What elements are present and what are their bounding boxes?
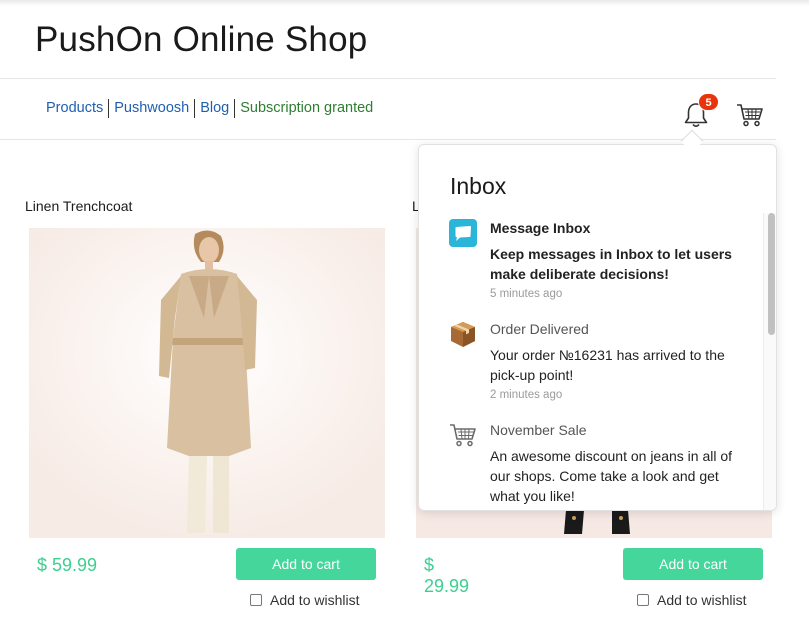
subscription-status: Subscription granted (234, 99, 373, 118)
shopping-cart-icon (449, 421, 477, 449)
message-body: Keep messages in Inbox to let users make… (490, 246, 732, 282)
shop-title: PushOn Online Shop (35, 20, 368, 59)
inbox-popover: Inbox Message Inbox Keep messages in Inb… (418, 144, 777, 511)
wishlist-label: Add to wishlist (270, 592, 360, 608)
inbox-scrollbar[interactable] (763, 213, 776, 510)
product-price: $ 29.99 (424, 555, 470, 596)
product-image[interactable] (29, 228, 385, 538)
checkbox-icon[interactable] (250, 594, 262, 606)
add-to-wishlist-checkbox[interactable]: Add to wishlist (637, 592, 746, 608)
message-body: Your order №16231 has arrived to the pic… (490, 347, 725, 383)
main-nav: Products Pushwoosh Blog Subscription gra… (46, 99, 373, 118)
product-price: $ 59.99 (37, 555, 98, 575)
inbox-message-list[interactable]: Message Inbox Keep messages in Inbox to … (419, 217, 764, 510)
header-divider (0, 78, 776, 79)
message-title: Message Inbox (490, 220, 591, 236)
nav-link-pushwoosh[interactable]: Pushwoosh (108, 99, 194, 118)
wishlist-label: Add to wishlist (657, 592, 747, 608)
message-time: 2 minutes ago (490, 389, 563, 401)
message-title: November Sale (490, 422, 587, 438)
package-box-icon (449, 320, 477, 348)
inbox-title: Inbox (450, 173, 507, 199)
shopping-cart-icon[interactable] (736, 102, 764, 128)
checkbox-icon[interactable] (637, 594, 649, 606)
message-title: Order Delivered (490, 321, 589, 337)
nav-link-blog[interactable]: Blog (194, 99, 234, 118)
message-time: 5 minutes ago (490, 288, 563, 300)
notification-count-badge: 5 (698, 93, 719, 111)
nav-divider (0, 139, 776, 140)
product-card: Linen Trenchcoat $ 59.99 Add to cart Add… (25, 198, 385, 608)
nav-link-products[interactable]: Products (46, 99, 108, 118)
add-to-cart-button[interactable]: Add to cart (236, 548, 376, 580)
add-to-cart-button[interactable]: Add to cart (623, 548, 763, 580)
product-name: Linen Trenchcoat (25, 198, 133, 214)
add-to-wishlist-checkbox[interactable]: Add to wishlist (250, 592, 359, 608)
top-shadow (0, 0, 809, 6)
message-body: An awesome discount on jeans in all of o… (490, 448, 733, 504)
inbox-scrollbar-thumb[interactable] (768, 213, 775, 335)
chat-bubble-icon (449, 219, 477, 247)
